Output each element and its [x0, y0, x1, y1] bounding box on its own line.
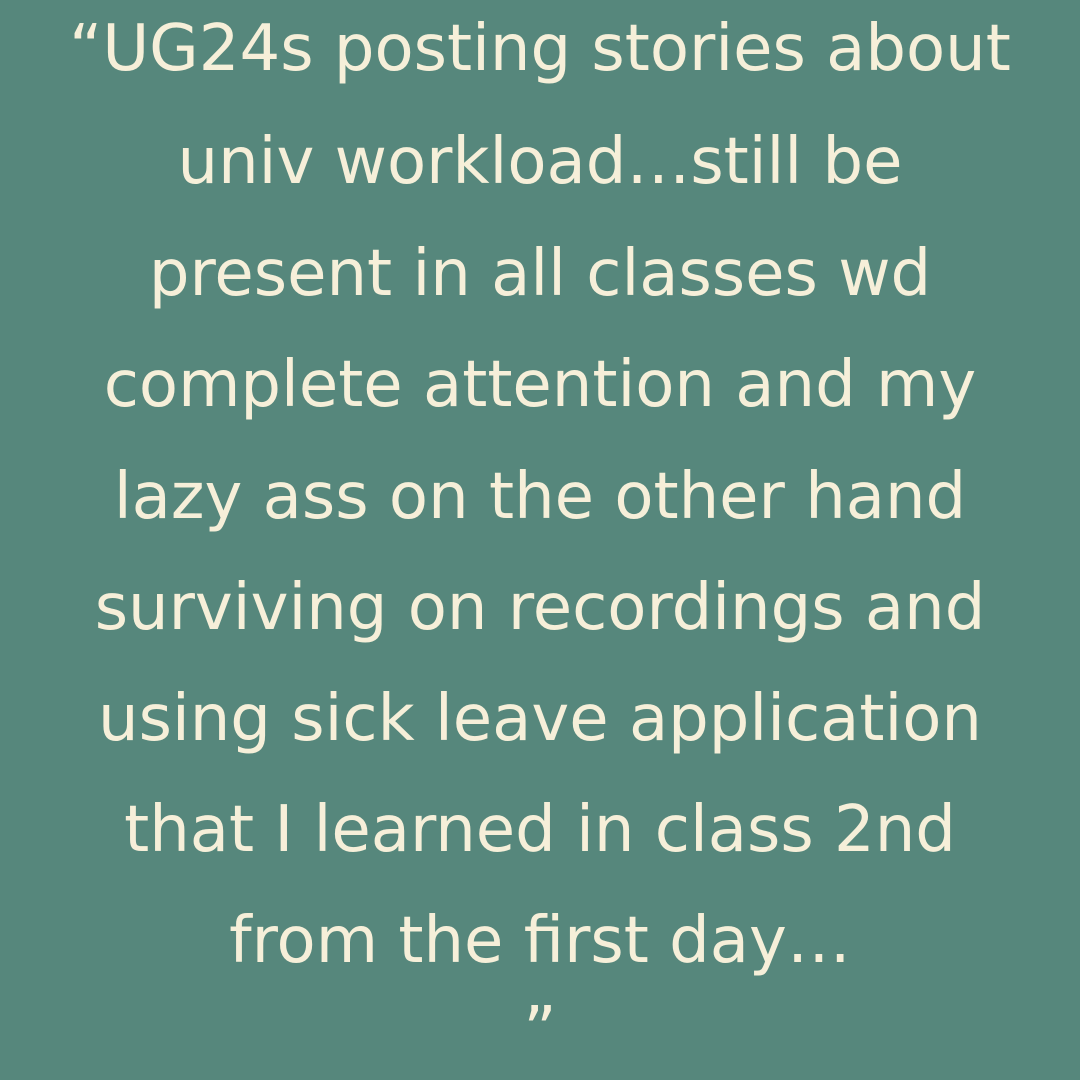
quote-line: lazy ass on the other hand [113, 460, 967, 534]
quote-card: “UG24s posting stories about univ worklo… [0, 0, 1080, 1080]
quote-line: that I learned in class 2nd [124, 793, 956, 867]
quote-line: present in all classes wd [148, 237, 932, 311]
quote-line: complete attention and my [103, 348, 977, 422]
quote-line: surviving on recordings and [94, 571, 986, 645]
quote-line: “UG24s posting stories about [69, 12, 1011, 86]
quote-line: using sick leave application [98, 682, 982, 756]
quote-line: univ workload…still be [177, 125, 903, 199]
closing-quote-mark: ” [523, 994, 557, 1068]
